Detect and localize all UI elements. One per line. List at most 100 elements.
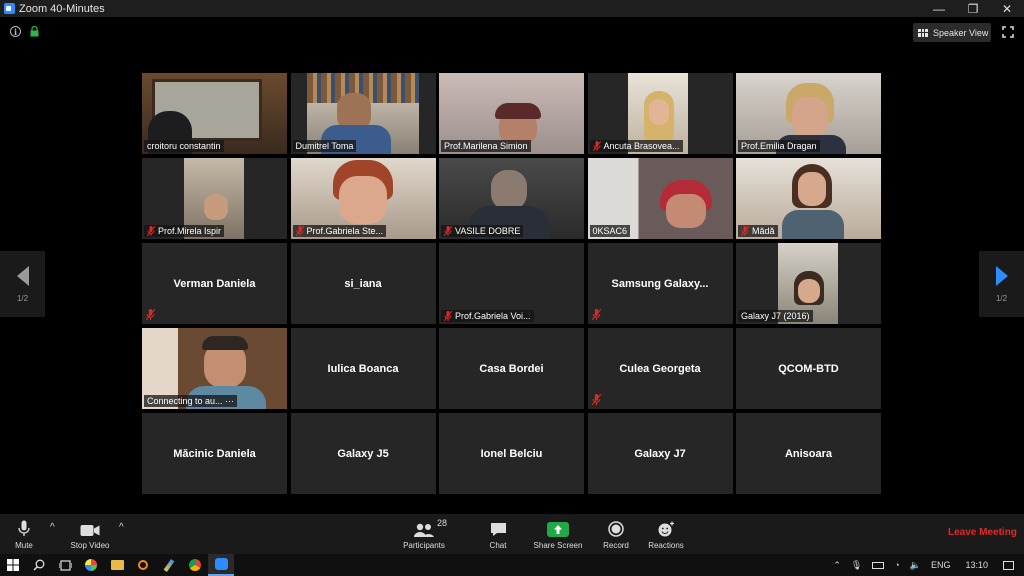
participant-face [491, 170, 527, 210]
reactions-button[interactable]: Reactions [645, 514, 687, 554]
participant-name: Ionel Belciu [480, 447, 543, 460]
leave-meeting-button[interactable]: Leave Meeting [948, 527, 1017, 538]
participant-tile-mada[interactable]: Mădă [736, 158, 881, 239]
participant-name: Galaxy J7 (2016) [738, 310, 813, 322]
speaker-view-button[interactable]: Speaker View [913, 23, 991, 42]
taskbar-app-search-tool[interactable] [130, 554, 156, 576]
participants-label: Participants [403, 541, 445, 550]
participant-name: Prof.Emilia Dragan [738, 140, 820, 152]
minimize-button[interactable]: — [922, 0, 956, 17]
muted-mic-icon [147, 226, 155, 236]
participant-face [665, 194, 706, 228]
participant-tile-0ksac6[interactable]: 0KSAC6 [587, 158, 733, 239]
restore-button[interactable]: ❐ [956, 0, 990, 17]
participant-name: Ancuta Brasovea... [589, 140, 683, 152]
muted-mic-icon [444, 226, 452, 236]
participant-tile-anisoara[interactable]: Anisoara [736, 413, 881, 494]
participant-tile-iulica-boanca[interactable]: Iulica Boanca [290, 328, 436, 409]
participant-tile-ancuta-brasovea[interactable]: Ancuta Brasovea... [587, 73, 733, 154]
page-indicator-right: 1/2 [995, 293, 1008, 303]
previous-page-button[interactable]: 1/2 [0, 251, 45, 317]
participant-name: Prof.Mirela Ispir [144, 225, 225, 237]
participant-tile-connecting[interactable]: Connecting to au... ··· [142, 328, 287, 409]
participant-tile-samsung-galaxy[interactable]: Samsung Galaxy... [587, 243, 733, 324]
taskbar-app-brush[interactable] [156, 554, 182, 576]
share-screen-label: Share Screen [533, 541, 583, 550]
gallery-grid: croitoru constantin Dumitrel Toma Prof.M… [142, 73, 882, 497]
share-screen-button[interactable]: Share Screen [530, 514, 586, 554]
participant-tile-ionel-belciu[interactable]: Ionel Belciu [439, 413, 584, 494]
chat-icon [490, 519, 507, 537]
participant-tile-galaxy-j5[interactable]: Galaxy J5 [290, 413, 436, 494]
speaker-view-icon [918, 28, 928, 37]
participant-tile-si-iana[interactable]: si_iana [290, 243, 436, 324]
tray-microphone-icon[interactable]: 🎙 [851, 560, 862, 571]
participant-name: Prof.Gabriela Ste... [292, 225, 387, 237]
fullscreen-icon[interactable] [1002, 26, 1014, 38]
participant-tile-gabriela-voi[interactable]: Prof.Gabriela Voi... [439, 243, 584, 324]
windows-taskbar: ⌃ 🎙 ◔ 🔈 ENG 13:10 [0, 554, 1024, 576]
info-icon[interactable]: i [10, 26, 21, 37]
participant-tile-macinic-daniela[interactable]: Măcinic Daniela [142, 413, 287, 494]
participant-tile-culea-georgeta[interactable]: Culea Georgeta [587, 328, 733, 409]
participant-tile-marilena-simion[interactable]: Prof.Marilena Simion [439, 73, 584, 154]
participant-name: Connecting to au... ··· [144, 395, 238, 407]
participant-tile-gabriela-ste[interactable]: Prof.Gabriela Ste... [290, 158, 436, 239]
folder-icon [110, 560, 124, 570]
participant-name: Casa Bordei [479, 362, 544, 375]
tray-wifi-icon[interactable]: ◔ [894, 560, 899, 570]
participant-tile-casa-bordei[interactable]: Casa Bordei [439, 328, 584, 409]
participant-tile-verman-daniela[interactable]: Verman Daniela [142, 243, 287, 324]
next-page-button[interactable]: 1/2 [979, 251, 1024, 317]
participant-tile-vasile-dobre[interactable]: VASILE DOBRE [439, 158, 584, 239]
participant-name: Dumitrel Toma [292, 140, 357, 152]
tray-language[interactable]: ENG [931, 560, 951, 570]
muted-mic-icon [591, 394, 601, 405]
stop-video-label: Stop Video [70, 541, 110, 550]
system-tray: ⌃ 🎙 ◔ 🔈 ENG 13:10 [828, 554, 1024, 576]
participant-tile-qcom-btd[interactable]: QCOM-BTD [736, 328, 881, 409]
taskbar-app-paint[interactable] [78, 554, 104, 576]
participant-tile-mirela-ispir[interactable]: Prof.Mirela Ispir [142, 158, 287, 239]
muted-mic-icon [591, 309, 601, 320]
close-button[interactable]: ✕ [990, 0, 1024, 17]
participant-name: Iulica Boanca [327, 362, 399, 375]
video-options-caret[interactable]: ^ [119, 522, 124, 533]
participant-face [204, 194, 228, 220]
microphone-icon [18, 519, 30, 537]
tray-clock[interactable]: 13:10 [965, 560, 988, 570]
meeting-area: i Speaker View 1/2 1/2 croitoru constant… [0, 17, 1024, 514]
task-view-button[interactable] [52, 554, 78, 576]
participant-name: QCOM-BTD [778, 362, 839, 375]
mute-button[interactable]: Mute [10, 514, 38, 554]
participants-count: 28 [437, 518, 448, 528]
notifications-icon[interactable] [1003, 560, 1014, 570]
participant-tile-croitoru-constantin[interactable]: croitoru constantin [142, 73, 287, 154]
participant-tile-galaxy-j7[interactable]: Galaxy J7 [587, 413, 733, 494]
taskbar-app-zoom[interactable] [208, 554, 234, 576]
taskbar-app-chrome[interactable] [182, 554, 208, 576]
audio-options-caret[interactable]: ^ [50, 522, 55, 533]
lock-icon[interactable] [30, 26, 39, 37]
tray-overflow-icon[interactable]: ⌃ [833, 560, 841, 571]
paint-icon [85, 559, 97, 571]
participant-tile-emilia-dragan[interactable]: Prof.Emilia Dragan [736, 73, 881, 154]
windows-logo-icon [7, 559, 19, 571]
start-button[interactable] [0, 554, 26, 576]
participant-name: Prof.Marilena Simion [441, 140, 531, 152]
tray-battery-icon[interactable] [872, 561, 885, 569]
participant-name: 0KSAC6 [589, 225, 631, 237]
tray-volume-icon[interactable]: 🔈 [910, 560, 921, 571]
participant-name: Culea Georgeta [619, 362, 701, 375]
search-button[interactable] [26, 554, 52, 576]
participant-tile-galaxy-j7-2016[interactable]: Galaxy J7 (2016) [736, 243, 881, 324]
zoom-app-icon [4, 3, 15, 14]
record-button[interactable]: Record [599, 514, 633, 554]
share-screen-icon [547, 519, 569, 537]
participant-tile-dumitrel-toma[interactable]: Dumitrel Toma [290, 73, 436, 154]
participant-face [798, 279, 820, 303]
participant-name: si_iana [344, 277, 382, 290]
taskbar-app-explorer[interactable] [104, 554, 130, 576]
chat-button[interactable]: Chat [484, 514, 512, 554]
stop-video-button[interactable]: Stop Video [66, 514, 114, 554]
